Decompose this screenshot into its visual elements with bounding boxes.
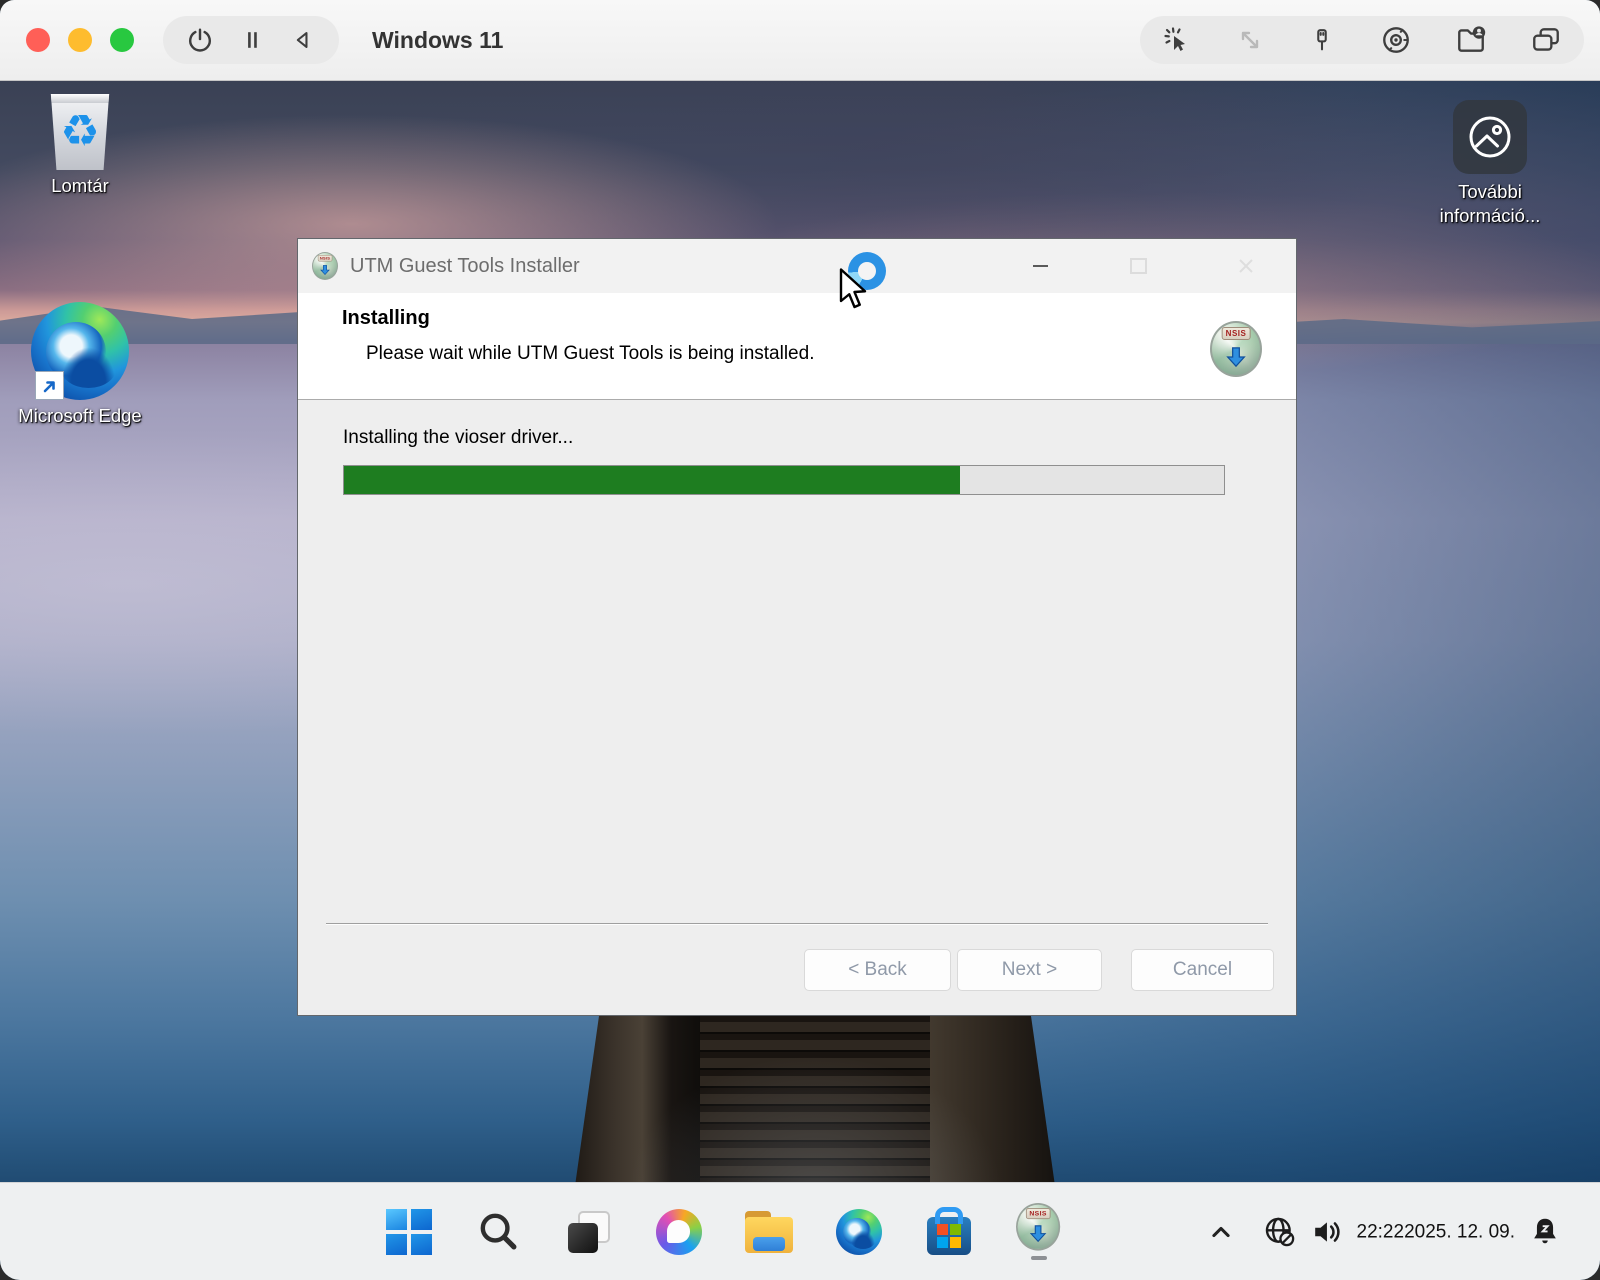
resize-icon[interactable] [1235,25,1265,55]
windows-taskbar: NSIS 22:22 2025. 12. 09. [0,1182,1600,1280]
vm-control-group [163,16,339,64]
desktop-icon-recycle-bin[interactable]: Lomtár [16,94,144,198]
cancel-button[interactable]: Cancel [1131,949,1274,991]
macos-titlebar: Windows 11 [0,0,1600,81]
desktop-icon-label: További információ... [1426,180,1554,228]
windows-logo-icon [386,1209,432,1255]
vm-title: Windows 11 [372,0,503,80]
shortcut-arrow-icon [35,371,64,400]
dialog-separator [326,923,1268,925]
copilot-button[interactable] [634,1183,724,1280]
dialog-header: Installing Please wait while UTM Guest T… [298,293,1296,400]
file-explorer-icon [745,1211,793,1253]
task-view-icon [566,1209,612,1255]
tray-date: 2025. 12. 09. [1404,1220,1515,1243]
dialog-titlebar[interactable]: NSIS UTM Guest Tools Installer [298,239,1296,293]
tray-time: 22:22 [1357,1220,1405,1243]
file-explorer-button[interactable] [724,1183,814,1280]
usb-icon[interactable] [1308,26,1336,54]
close-traffic-light[interactable] [26,28,50,52]
displays-icon[interactable] [1530,24,1562,56]
search-button[interactable] [454,1183,544,1280]
running-app-indicator [1031,1256,1047,1260]
install-status-text: Installing the vioser driver... [343,427,573,449]
nsis-header-icon: NSIS [1210,321,1262,377]
hidden-icons-chevron[interactable] [1206,1217,1236,1247]
volume-icon[interactable] [1308,1214,1348,1250]
desktop-icon-label: Microsoft Edge [16,404,144,428]
task-view-button[interactable] [544,1183,634,1280]
next-button[interactable]: Next > [957,949,1102,991]
recycle-bin-icon [49,94,111,170]
maximize-button[interactable] [1110,239,1166,293]
edge-button[interactable] [814,1183,904,1280]
back-button[interactable]: < Back [804,949,951,991]
dialog-heading: Installing [342,307,430,330]
utm-toolbar [1140,16,1584,64]
wallpaper-pier [575,1016,1055,1186]
minimize-button[interactable] [1012,239,1068,293]
dialog-subheading: Please wait while UTM Guest Tools is bei… [366,343,814,365]
search-icon [477,1210,521,1254]
copilot-icon [656,1209,702,1255]
start-button[interactable] [364,1183,454,1280]
microsoft-store-icon [927,1217,971,1255]
taskbar-icons: NSIS [364,1183,1084,1280]
screen: Windows 11 [0,0,1600,1280]
dialog-title: UTM Guest Tools Installer [350,239,580,293]
edge-icon [31,302,129,400]
utm-vm-window: Windows 11 [0,0,1600,1280]
mouse-cursor [838,268,868,315]
eject-icon[interactable] [290,27,316,53]
close-button[interactable] [1218,239,1274,293]
installer-dialog: NSIS UTM Guest Tools Installer Installin… [297,238,1297,1016]
minimize-traffic-light[interactable] [68,28,92,52]
desktop-icon-edge[interactable]: Microsoft Edge [16,302,144,428]
store-button[interactable] [904,1183,994,1280]
pause-icon[interactable] [239,27,265,53]
shared-folder-icon[interactable] [1455,24,1487,56]
progress-bar [343,465,1225,495]
nsis-taskbar-icon: NSIS [1016,1203,1062,1253]
photo-icon [1453,100,1527,174]
progress-bar-fill [344,466,960,494]
edge-taskbar-icon [836,1209,882,1255]
no-internet-icon[interactable] [1262,1214,1298,1250]
cd-drive-icon[interactable] [1380,24,1412,56]
clock[interactable]: 22:22 2025. 12. 09. [1357,1220,1515,1243]
power-icon[interactable] [186,26,214,54]
zoom-traffic-light[interactable] [110,28,134,52]
nsis-installer-button[interactable]: NSIS [994,1183,1084,1280]
desktop-icon-more-info[interactable]: További információ... [1426,100,1554,228]
nsis-app-icon: NSIS [312,252,340,280]
desktop-icon-label: Lomtár [16,174,144,198]
capture-cursor-icon[interactable] [1162,25,1192,55]
notification-bell-icon[interactable] [1528,1214,1562,1250]
